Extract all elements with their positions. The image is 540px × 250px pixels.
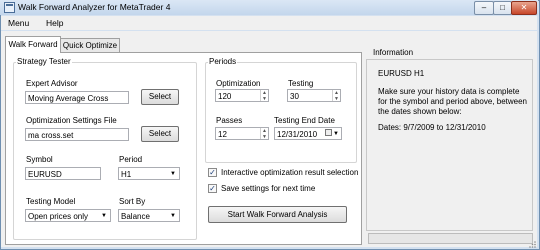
menu-item-menu[interactable]: Menu <box>8 18 29 28</box>
interactive-selection-checkbox[interactable]: ✓ <box>208 168 217 177</box>
chevron-down-icon: ▼ <box>101 213 107 219</box>
information-title: Information <box>373 48 414 57</box>
maximize-icon: □ <box>500 3 505 12</box>
close-button[interactable]: ✕ <box>511 1 537 15</box>
menu-bar <box>1 16 537 30</box>
menu-item-help[interactable]: Help <box>46 18 63 28</box>
maximize-button[interactable]: □ <box>493 1 512 15</box>
symbol-field[interactable]: EURUSD <box>25 167 101 180</box>
testing-end-date-picker[interactable]: 12/31/2010 ▼ <box>274 127 342 140</box>
period-select[interactable]: H1 ▼ <box>118 167 180 180</box>
information-box <box>366 59 533 231</box>
symbol-label: Symbol <box>26 155 53 164</box>
select-settings-button[interactable]: Select <box>141 126 179 142</box>
spin-up-icon: ▲ <box>262 90 267 96</box>
minimize-button[interactable]: – <box>474 1 494 15</box>
expert-advisor-field[interactable]: Moving Average Cross <box>25 91 129 104</box>
information-message: Make sure your history data is complete … <box>378 87 527 116</box>
calendar-icon[interactable] <box>325 129 332 136</box>
select-expert-button[interactable]: Select <box>141 89 179 105</box>
testing-model-label: Testing Model <box>26 197 76 206</box>
testing-model-value: Open prices only <box>28 212 89 221</box>
optimization-value: 120 <box>218 92 232 101</box>
chevron-down-icon: ▼ <box>170 213 176 219</box>
testing-label: Testing <box>288 79 314 88</box>
chevron-down-icon: ▼ <box>333 131 339 137</box>
passes-stepper[interactable]: 12 ▲ ▼ <box>215 127 269 140</box>
spin-down-icon: ▼ <box>262 133 267 140</box>
progress-bar <box>368 233 533 244</box>
spin-up-icon: ▲ <box>262 128 267 134</box>
save-settings-label: Save settings for next time <box>221 184 316 193</box>
periods-group <box>205 62 357 163</box>
spin-up-icon: ▲ <box>334 90 339 96</box>
resize-grip-icon[interactable] <box>528 240 537 248</box>
chevron-down-icon: ▼ <box>170 171 176 177</box>
passes-spin[interactable]: ▲ ▼ <box>260 128 268 139</box>
optimization-stepper[interactable]: 120 ▲ ▼ <box>215 89 269 102</box>
close-icon: ✕ <box>520 3 528 12</box>
periods-title: Periods <box>208 57 238 66</box>
optimization-spin[interactable]: ▲ ▼ <box>260 90 268 101</box>
testing-end-date-value: 12/31/2010 <box>277 130 318 139</box>
settings-file-field[interactable]: ma cross.set <box>25 128 129 141</box>
strategy-tester-title: Strategy Tester <box>16 57 72 66</box>
tab-walk-forward[interactable]: Walk Forward <box>5 36 61 53</box>
testing-model-select[interactable]: Open prices only ▼ <box>25 209 111 222</box>
check-icon: ✓ <box>209 184 216 193</box>
sort-by-label: Sort By <box>119 197 146 206</box>
period-label: Period <box>119 155 143 164</box>
passes-value: 12 <box>218 130 227 139</box>
minimize-icon: – <box>481 3 487 12</box>
spin-down-icon: ▼ <box>334 95 339 102</box>
expert-advisor-label: Expert Advisor <box>26 79 78 88</box>
testing-spin[interactable]: ▲ ▼ <box>332 90 340 101</box>
information-dates: Dates: 9/7/2009 to 12/31/2010 <box>378 123 486 132</box>
interactive-selection-label: Interactive optimization result selectio… <box>221 168 359 177</box>
check-icon: ✓ <box>209 168 216 177</box>
spin-down-icon: ▼ <box>262 95 267 102</box>
start-walk-forward-button[interactable]: Start Walk Forward Analysis <box>208 206 347 223</box>
window-title: Walk Forward Analyzer for MetaTrader 4 <box>18 2 171 12</box>
save-settings-checkbox[interactable]: ✓ <box>208 184 217 193</box>
app-icon <box>4 2 15 13</box>
settings-file-label: Optimization Settings File <box>26 116 117 125</box>
passes-label: Passes <box>216 116 243 125</box>
testing-value: 30 <box>290 92 299 101</box>
sort-by-value: Balance <box>121 212 150 221</box>
information-symbol-period: EURUSD H1 <box>378 69 425 78</box>
tab-quick-optimize[interactable]: Quick Optimize <box>60 38 120 52</box>
period-value: H1 <box>121 170 132 179</box>
optimization-label: Optimization <box>216 79 261 88</box>
testing-end-date-label: Testing End Date <box>274 116 335 125</box>
testing-stepper[interactable]: 30 ▲ ▼ <box>287 89 341 102</box>
sort-by-select[interactable]: Balance ▼ <box>118 209 180 222</box>
